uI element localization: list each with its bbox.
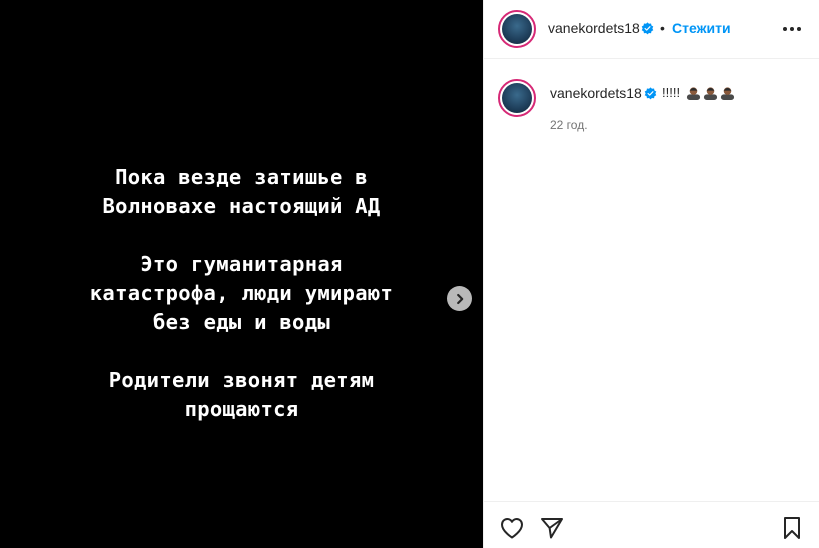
person-emoji-icon xyxy=(720,87,734,100)
media-paragraph-3: Родители звонят детям прощаются xyxy=(108,368,375,421)
post-modal: Пока везде затишье в Волновахе настоящий… xyxy=(0,0,819,548)
person-emoji-icon xyxy=(703,87,717,100)
follow-button[interactable]: Стежити xyxy=(672,20,731,36)
action-bar xyxy=(484,501,819,548)
caption-body: !!!!! xyxy=(662,85,681,100)
chevron-right-icon xyxy=(456,293,463,304)
send-icon[interactable] xyxy=(540,517,564,539)
post-time: 22 год. xyxy=(550,118,588,132)
post-sidebar: vanekordets18 • Стежити vanekordets18 !!… xyxy=(483,0,819,548)
verified-badge-icon xyxy=(641,22,654,35)
header-username[interactable]: vanekordets18 xyxy=(548,20,640,36)
post-media[interactable]: Пока везде затишье в Волновахе настоящий… xyxy=(0,0,483,548)
heart-icon[interactable] xyxy=(500,517,524,539)
more-horizontal-icon[interactable] xyxy=(781,19,803,39)
media-paragraph-2: Это гуманитарная катастрофа, люди умираю… xyxy=(89,252,394,334)
avatar-image xyxy=(502,14,532,44)
header-separator: • xyxy=(660,20,665,36)
avatar-image xyxy=(502,83,532,113)
person-emoji-icon xyxy=(686,87,700,100)
media-paragraph-1: Пока везде затишье в Волновахе настоящий… xyxy=(102,165,381,218)
next-media-button[interactable] xyxy=(447,286,472,311)
media-text: Пока везде затишье в Волновахе настоящий… xyxy=(0,163,483,424)
avatar[interactable] xyxy=(498,10,536,48)
caption-username[interactable]: vanekordets18 xyxy=(550,85,642,101)
verified-badge-icon xyxy=(644,87,657,100)
bookmark-icon[interactable] xyxy=(781,516,803,540)
caption-avatar[interactable] xyxy=(498,79,536,117)
post-header: vanekordets18 • Стежити xyxy=(484,0,819,59)
caption-text: !!!!! xyxy=(662,85,735,100)
